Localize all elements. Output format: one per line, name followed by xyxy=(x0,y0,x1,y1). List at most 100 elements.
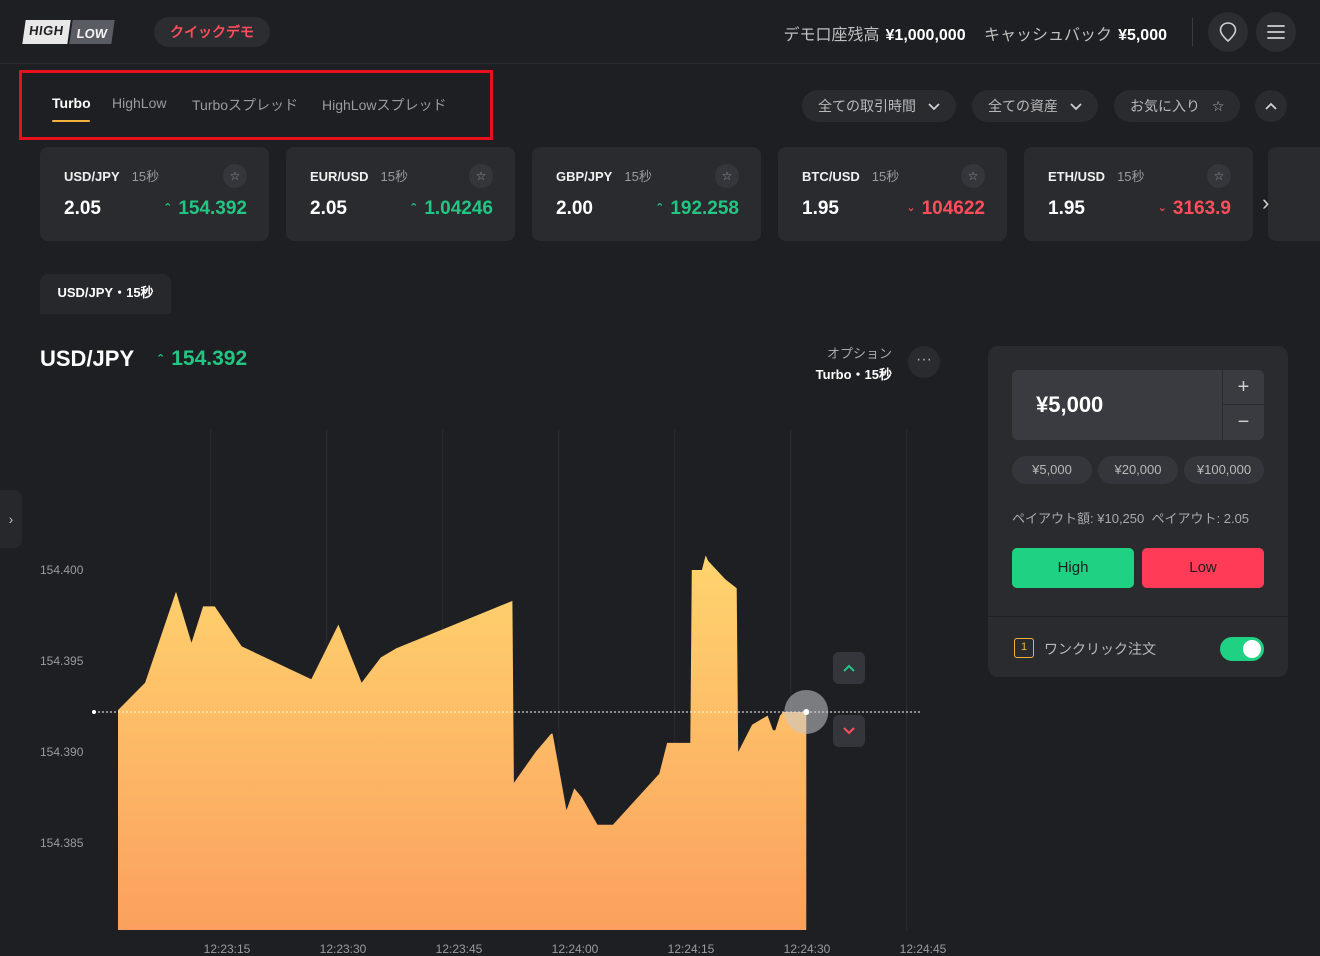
chevron-down-icon xyxy=(843,727,855,735)
asset-card-partial[interactable] xyxy=(1268,147,1320,241)
account-balance: デモ口座残高 ¥1,000,000 キャッシュバック ¥5,000 xyxy=(784,21,1168,45)
trading-time-filter-label: 全ての取引時間 xyxy=(818,98,916,114)
card-payout: 1.95 xyxy=(802,198,839,219)
ellipsis-icon: ··· xyxy=(916,351,932,368)
card-payout: 1.95 xyxy=(1048,198,1085,219)
balance-value: ¥1,000,000 xyxy=(885,27,966,44)
trade-panel: ¥5,000 + − ¥5,000 ¥20,000 ¥100,000 ペイアウト… xyxy=(988,346,1288,677)
asset-card-eurusd[interactable]: EUR/USD 15秒 ☆ 2.05 ⌃ 1.04246 xyxy=(286,147,515,241)
down-arrow-icon: ⌄ xyxy=(1157,202,1167,214)
header-divider xyxy=(1192,18,1193,46)
x-tick-label: 12:24:00 xyxy=(551,942,599,956)
cashback-label: キャッシュバック xyxy=(984,27,1113,44)
star-icon: ☆ xyxy=(1211,98,1225,114)
x-tick-label: 12:24:30 xyxy=(783,942,831,956)
down-arrow-icon: ⌄ xyxy=(906,202,916,214)
one-click-label: ワンクリック注文 xyxy=(1044,641,1156,657)
chevron-right-icon: › xyxy=(8,511,14,527)
asset-card-gbpjpy[interactable]: GBP/JPY 15秒 ☆ 2.00 ⌃ 192.258 xyxy=(532,147,761,241)
up-arrow-icon: ⌃ xyxy=(409,202,419,214)
chart-tab-usdjpy[interactable]: USD/JPY・15秒 xyxy=(40,274,171,314)
quick-low-button[interactable] xyxy=(833,715,865,747)
quick-demo-badge[interactable]: クイックデモ xyxy=(154,17,270,47)
active-tab-indicator xyxy=(52,120,90,122)
favorite-star-icon[interactable]: ☆ xyxy=(1207,164,1231,188)
card-expiry: 15秒 xyxy=(131,169,160,184)
y-tick-label: 154.400 xyxy=(40,563,84,577)
one-click-icon: 1 xyxy=(1014,638,1034,658)
tab-turbo-spread[interactable]: Turboスプレッド xyxy=(192,95,298,115)
investment-amount-value: ¥5,000 xyxy=(1036,392,1104,417)
cashback-value: ¥5,000 xyxy=(1118,27,1167,44)
card-price: 154.392 xyxy=(178,198,247,219)
favorite-star-icon[interactable]: ☆ xyxy=(715,164,739,188)
chevron-up-icon xyxy=(843,664,855,672)
one-click-toggle[interactable] xyxy=(1220,637,1264,661)
card-pair: USD/JPY xyxy=(64,169,120,184)
card-payout: 2.00 xyxy=(556,198,593,219)
card-pair: BTC/USD xyxy=(802,169,860,184)
high-button[interactable]: High xyxy=(1012,548,1134,588)
y-tick-label: 154.390 xyxy=(40,745,84,759)
investment-amount-field[interactable]: ¥5,000 + − xyxy=(1012,370,1264,440)
tab-highlow[interactable]: HighLow xyxy=(112,95,166,111)
x-tick-label: 12:23:15 xyxy=(203,942,251,956)
card-pair: GBP/JPY xyxy=(556,169,613,184)
asset-filter-label: 全ての資産 xyxy=(988,98,1058,114)
amount-stepper: + − xyxy=(1222,370,1264,440)
card-payout: 2.05 xyxy=(64,198,101,219)
x-tick-label: 12:23:30 xyxy=(319,942,367,956)
up-arrow-icon: ⌃ xyxy=(163,202,173,214)
card-price: 3163.9 xyxy=(1172,198,1231,219)
low-button[interactable]: Low xyxy=(1142,548,1264,588)
decrease-amount-button[interactable]: − xyxy=(1223,405,1264,440)
card-pair: ETH/USD xyxy=(1048,169,1106,184)
plus-icon: + xyxy=(1237,375,1250,398)
favorite-star-icon[interactable]: ☆ xyxy=(223,164,247,188)
card-payout: 2.05 xyxy=(310,198,347,219)
collapse-button[interactable] xyxy=(1255,90,1287,122)
quick-high-button[interactable] xyxy=(833,652,865,684)
chevron-right-icon[interactable]: › xyxy=(1262,190,1269,216)
card-expiry: 15秒 xyxy=(380,169,408,184)
panel-divider xyxy=(988,616,1288,617)
increase-amount-button[interactable]: + xyxy=(1223,370,1264,405)
trading-time-filter[interactable]: 全ての取引時間 xyxy=(802,90,956,122)
highlow-logo[interactable]: HIGH LOW xyxy=(22,20,115,44)
up-arrow-icon: ⌃ xyxy=(156,353,166,365)
preset-amount-button[interactable]: ¥5,000 xyxy=(1012,456,1092,484)
option-label: オプション xyxy=(826,346,892,361)
payout-rate-value: 2.05 xyxy=(1223,511,1250,526)
payout-rate-label: ペイアウト: xyxy=(1151,511,1221,526)
tab-highlow-spread[interactable]: HighLowスプレッド xyxy=(322,95,446,115)
sidebar-expand-handle[interactable]: › xyxy=(0,490,22,548)
preset-amount-button[interactable]: ¥20,000 xyxy=(1098,456,1178,484)
card-price: 104622 xyxy=(921,198,985,219)
card-expiry: 15秒 xyxy=(1117,169,1145,184)
favorite-star-icon[interactable]: ☆ xyxy=(961,164,985,188)
y-tick-label: 154.395 xyxy=(40,654,84,668)
minus-icon: − xyxy=(1237,411,1250,433)
x-tick-label: 12:24:45 xyxy=(899,942,947,956)
chevron-down-icon xyxy=(1070,103,1082,111)
balance-label: デモ口座残高 xyxy=(783,27,880,44)
up-arrow-icon: ⌃ xyxy=(655,202,665,214)
favorite-star-icon[interactable]: ☆ xyxy=(469,164,493,188)
preset-amount-button[interactable]: ¥100,000 xyxy=(1184,456,1264,484)
asset-card-ethusd[interactable]: ETH/USD 15秒 ☆ 1.95 ⌄ 3163.9 xyxy=(1024,147,1253,241)
asset-filter[interactable]: 全ての資産 xyxy=(972,90,1098,122)
location-pin-button[interactable] xyxy=(1208,12,1248,52)
more-options-button[interactable]: ··· xyxy=(908,346,940,378)
favorites-filter[interactable]: お気に入り ☆ xyxy=(1114,90,1241,122)
menu-button[interactable] xyxy=(1256,12,1296,52)
x-tick-label: 12:24:15 xyxy=(667,942,715,956)
chevron-up-icon xyxy=(1265,102,1277,110)
card-pair: EUR/USD xyxy=(310,169,369,184)
hamburger-menu-icon xyxy=(1267,25,1285,39)
logo-low-text: LOW xyxy=(68,20,115,44)
tab-turbo[interactable]: Turbo xyxy=(52,95,91,111)
card-price: 1.04246 xyxy=(424,198,493,219)
asset-card-usdjpy[interactable]: USD/JPY 15秒 ☆ 2.05 ⌃ 154.392 xyxy=(40,147,269,241)
card-price: 192.258 xyxy=(670,198,739,219)
asset-card-btcusd[interactable]: BTC/USD 15秒 ☆ 1.95 ⌄ 104622 xyxy=(778,147,1007,241)
